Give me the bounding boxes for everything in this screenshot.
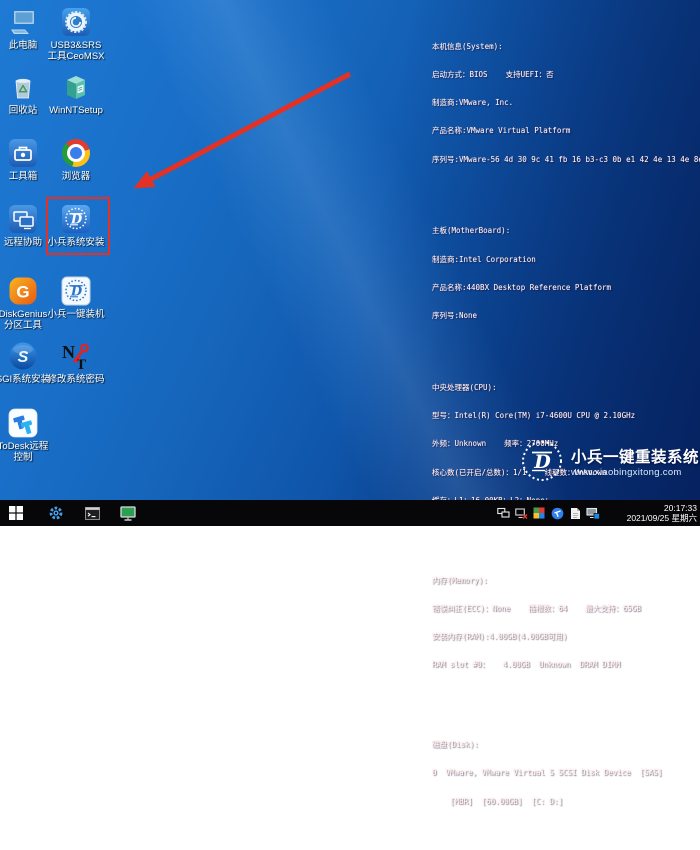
sysinfo-line: RAM slot #0： 4.00GB Unknown DRAM DIMM: [432, 660, 698, 669]
sysinfo-title: 本机信息(System):: [432, 42, 698, 51]
taskbar: 20:17:33 2021/09/25 星期六: [0, 500, 700, 526]
desktop-wallpaper: 此电脑 USB3&SRS工具CeoMSX 回收站 WinNTSetup 工具箱 …: [0, 0, 700, 526]
start-button[interactable]: [0, 500, 32, 526]
sysinfo-section-motherboard: 主板(MotherBoard): 制造商:Intel Corporation 产…: [432, 208, 698, 340]
tray-remote-pc-icon[interactable]: [496, 500, 510, 526]
sysinfo-line: 序列号:VMware-56 4d 30 9c 41 fb 16 b3-c3 0b…: [432, 155, 698, 164]
winntsetup-icon: [61, 72, 91, 102]
icon-label: 修改系统密码: [48, 374, 105, 385]
icon-label: 回收站: [9, 105, 38, 116]
chrome-browser-icon: [61, 138, 91, 168]
system-tray: [496, 500, 600, 526]
svg-text:S: S: [18, 349, 29, 366]
sysinfo-line: 产品名称:VMware Virtual Platform: [432, 126, 698, 135]
sysinfo-line: 制造商:VMware, Inc.: [432, 98, 698, 107]
sysinfo-line: 序列号:None: [432, 311, 698, 320]
desktop-icon-recycle-bin[interactable]: 回收站: [0, 72, 51, 116]
tray-document-icon[interactable]: [568, 500, 582, 526]
tray-pc-share-icon[interactable]: [586, 500, 600, 526]
desktop-icon-change-password[interactable]: NT 修改系统密码: [48, 341, 104, 385]
diskgenius-icon: G: [8, 276, 38, 306]
icon-label: 此电脑: [9, 40, 38, 51]
windows-logo-icon: [9, 506, 23, 520]
computer-green-screen-icon: [120, 506, 136, 521]
toolbox-icon: [8, 138, 38, 168]
icon-label: 小兵一键装机: [48, 309, 105, 320]
taskbar-button-network-pc[interactable]: [112, 500, 144, 526]
sysinfo-title: 磁盘(Disk):: [432, 740, 698, 749]
sysinfo-line: 型号：Intel(R) Core(TM) i7-4600U CPU @ 2.10…: [432, 411, 698, 420]
nt-password-icon: NT: [61, 341, 91, 371]
xiaobing-onekey-icon: D: [61, 276, 91, 306]
this-pc-icon: [8, 7, 38, 37]
recycle-bin-icon: [8, 72, 38, 102]
sysinfo-line: 0 VMware, VMware Virtual S SCSI Disk Dev…: [432, 768, 698, 777]
svg-text:D: D: [533, 451, 551, 473]
usb3srs-tool-icon: [61, 7, 91, 37]
desktop-icon-toolbox[interactable]: 工具箱: [0, 138, 51, 182]
icon-label: 浏览器: [62, 171, 91, 182]
desktop-icon-browser[interactable]: 浏览器: [48, 138, 104, 182]
watermark-url: www.xiaobingxitong.com: [571, 467, 699, 479]
taskbar-button-ceomsx-tool[interactable]: [40, 500, 72, 526]
desktop-icon-todesk[interactable]: ToDesk远程控制: [0, 408, 51, 463]
sgi-install-icon: S: [8, 341, 38, 371]
system-info-panel: 本机信息(System): 启动方式：BIOS 支持UEFI：否 制造商:VMw…: [432, 4, 698, 850]
sysinfo-title: 主板(MotherBoard):: [432, 226, 698, 235]
svg-text:N: N: [62, 342, 75, 362]
desktop-icon-xiaobing-onekey[interactable]: D 小兵一键装机: [48, 276, 104, 320]
taskbar-button-command-prompt[interactable]: [76, 500, 108, 526]
sysinfo-title: 内存(Memory):: [432, 576, 698, 585]
desktop-icon-xiaobing-install[interactable]: D 小兵系统安装: [48, 204, 104, 248]
sysinfo-line: [MBR] [60.00GB] [C: D:]: [432, 797, 698, 806]
icon-label: 远程协助: [4, 237, 42, 248]
desktop-icon-this-pc[interactable]: 此电脑: [0, 7, 51, 51]
taskbar-clock[interactable]: 20:17:33 2021/09/25 星期六: [605, 500, 697, 526]
remote-assist-icon: [8, 204, 38, 234]
watermark-brand-text: 小兵一键重装系统: [571, 449, 699, 467]
blue-gear-icon: [48, 505, 64, 521]
icon-label: 工具箱: [9, 171, 38, 182]
desktop-icon-winntsetup[interactable]: WinNTSetup: [48, 72, 104, 116]
icon-label: WinNTSetup: [49, 105, 103, 116]
sysinfo-section-disk: 磁盘(Disk): 0 VMware, VMware Virtual S SCS…: [432, 721, 698, 824]
tray-disconnected-icon[interactable]: [514, 500, 528, 526]
desktop-icon-diskgenius[interactable]: G DiskGenius分区工具: [0, 276, 51, 331]
sysinfo-section-memory: 内存(Memory): 错误纠正(ECC)：None 插槽数：64 最大支持：6…: [432, 557, 698, 689]
xiaobing-logo-icon: D: [520, 439, 564, 488]
command-prompt-icon: [85, 507, 100, 520]
icon-label: 小兵系统安装: [48, 237, 105, 248]
sysinfo-line: 安装内存(RAM):4.00GB(4.00GB可用): [432, 632, 698, 641]
xiaobing-install-icon: D: [61, 204, 91, 234]
tray-color-manager-icon[interactable]: [532, 500, 546, 526]
sysinfo-title: 中央处理器(CPU):: [432, 383, 698, 392]
icon-label: ToDesk远程: [0, 441, 48, 452]
sysinfo-line: 产品名称:440BX Desktop Reference Platform: [432, 283, 698, 292]
svg-text:G: G: [16, 283, 29, 302]
clock-time: 20:17:33: [605, 503, 697, 513]
sysinfo-line: 制造商:Intel Corporation: [432, 255, 698, 264]
sysinfo-line: 启动方式：BIOS 支持UEFI：否: [432, 70, 698, 79]
brand-watermark: D 小兵一键重装系统 www.xiaobingxitong.com: [520, 439, 699, 488]
clock-date: 2021/09/25 星期六: [605, 513, 697, 523]
desktop-icon-remote-assist[interactable]: 远程协助: [0, 204, 51, 248]
sysinfo-section-system: 本机信息(System): 启动方式：BIOS 支持UEFI：否 制造商:VMw…: [432, 23, 698, 183]
desktop-icon-usb3srs-tool[interactable]: USB3&SRS工具CeoMSX: [48, 7, 104, 62]
icon-label: DiskGenius: [0, 309, 47, 320]
sysinfo-line: 错误纠正(ECC)：None 插槽数：64 最大支持：65GB: [432, 604, 698, 613]
icon-label: USB3&SRS: [48, 40, 105, 51]
todesk-icon: [8, 408, 38, 438]
tray-todesk-icon[interactable]: [550, 500, 564, 526]
desktop-icon-sgi-install[interactable]: S SGI系统安装: [0, 341, 51, 385]
icon-label: SGI系统安装: [0, 374, 50, 385]
